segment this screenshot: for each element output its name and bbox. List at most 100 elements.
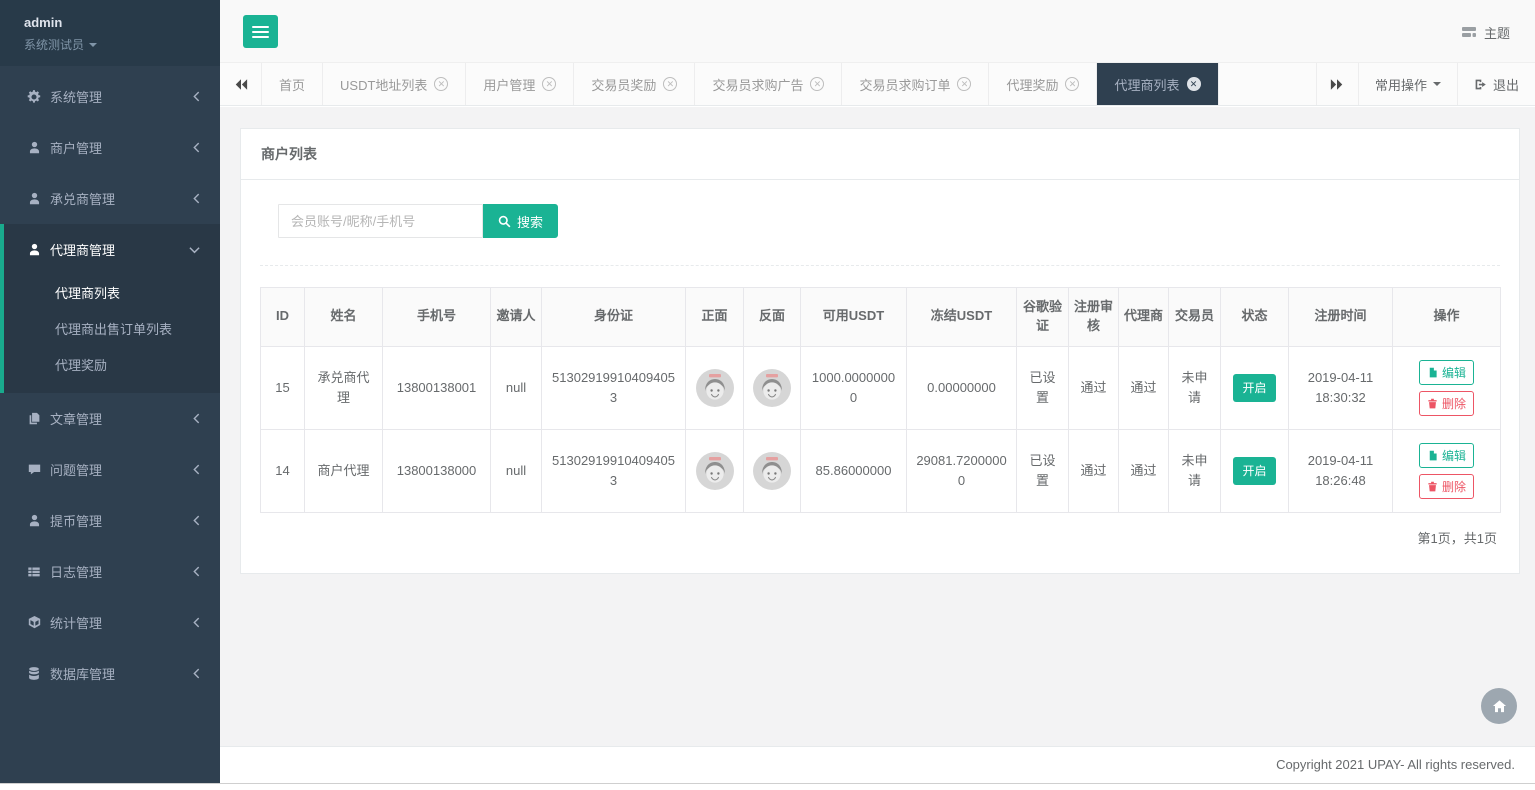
cell-available_usdt: 85.86000000 (801, 429, 907, 512)
edit-button-label: 编辑 (1442, 447, 1466, 464)
caret-down-icon (89, 43, 97, 47)
delete-button[interactable]: 删除 (1419, 391, 1474, 416)
cell-register_audit: 通过 (1069, 429, 1119, 512)
tab-close-icon[interactable]: ✕ (434, 77, 448, 91)
tab-close-icon[interactable]: ✕ (542, 77, 556, 91)
delete-button[interactable]: 删除 (1419, 474, 1474, 499)
tab-close-icon[interactable]: ✕ (810, 77, 824, 91)
sidebar-item-row[interactable]: 提币管理 (0, 495, 220, 546)
sidebar-item-label: 承兑商管理 (50, 189, 193, 208)
sidebar-item-提币管理: 提币管理 (0, 495, 220, 546)
hamburger-icon (252, 26, 269, 38)
sidebar-item-row[interactable]: 承兑商管理 (0, 173, 220, 224)
sidebar-item-row[interactable]: 统计管理 (0, 597, 220, 648)
tab-close-icon[interactable]: ✕ (1187, 77, 1201, 91)
sidebar-item-承兑商管理: 承兑商管理 (0, 173, 220, 224)
column-header-back: 反面 (744, 288, 801, 347)
tab-label: 用户管理 (483, 75, 535, 94)
cell-front (686, 346, 744, 429)
column-header-trader: 交易员 (1169, 288, 1221, 347)
sidebar-item-row[interactable]: 日志管理 (0, 546, 220, 597)
back-home-button[interactable] (1481, 688, 1517, 724)
merchants-table: ID姓名手机号邀请人身份证正面反面可用USDT冻结USDT谷歌验证注册审核代理商… (260, 287, 1501, 513)
chevron-down-icon (189, 246, 200, 254)
tab-close-icon[interactable]: ✕ (957, 77, 971, 91)
cell-actions: 编辑删除 (1393, 429, 1501, 512)
database-icon (25, 667, 43, 680)
copyright-text: Copyright 2021 UPAY- All rights reserved… (1276, 757, 1515, 772)
logs-icon (25, 565, 43, 578)
sidebar-item-label: 统计管理 (50, 613, 193, 632)
tab-close-icon[interactable]: ✕ (1065, 77, 1079, 91)
double-chevron-right-icon (1330, 78, 1344, 91)
cell-frozen_usdt: 29081.72000000 (907, 429, 1017, 512)
user-icon (25, 243, 43, 256)
sidebar-subitem-代理奖励[interactable]: 代理奖励 (4, 347, 220, 383)
sidebar-item-label: 问题管理 (50, 460, 193, 479)
column-header-actions: 操作 (1393, 288, 1501, 347)
id-photo-thumbnail[interactable] (753, 379, 791, 394)
sidebar-item-row[interactable]: 数据库管理 (0, 648, 220, 699)
search-button[interactable]: 搜索 (483, 204, 558, 238)
cell-id_card: 513029199104094053 (542, 429, 686, 512)
tab-close-icon[interactable]: ✕ (663, 77, 677, 91)
column-header-id_card: 身份证 (542, 288, 686, 347)
sidebar-item-系统管理: 系统管理 (0, 71, 220, 122)
cell-id_card: 513029199104094053 (542, 346, 686, 429)
id-photo-thumbnail[interactable] (753, 462, 791, 477)
column-header-front: 正面 (686, 288, 744, 347)
cell-register_audit: 通过 (1069, 346, 1119, 429)
tab-label: 交易员奖励 (591, 75, 656, 94)
profile-role-dropdown[interactable]: 系统测试员 (24, 36, 196, 53)
delete-button-label: 删除 (1442, 395, 1466, 412)
column-header-agent: 代理商 (1119, 288, 1169, 347)
common-actions-dropdown[interactable]: 常用操作 (1358, 63, 1457, 105)
tab-USDT地址列表[interactable]: USDT地址列表✕ (323, 63, 466, 105)
sidebar-item-row[interactable]: 文章管理 (0, 393, 220, 444)
sidebar-subitem-代理商列表[interactable]: 代理商列表 (4, 275, 220, 311)
id-photo-thumbnail[interactable] (696, 379, 734, 394)
panel-title: 商户列表 (241, 129, 1519, 180)
logout-button[interactable]: 退出 (1457, 63, 1535, 105)
sidebar-item-row[interactable]: 商户管理 (0, 122, 220, 173)
cell-status: 开启 (1221, 429, 1289, 512)
id-photo-thumbnail[interactable] (696, 462, 734, 477)
tab-交易员求购订单[interactable]: 交易员求购订单✕ (842, 63, 989, 105)
tab-label: 交易员求购广告 (712, 75, 803, 94)
cell-phone: 13800138001 (383, 346, 491, 429)
cell-trader: 未申请 (1169, 346, 1221, 429)
sidebar-item-row[interactable]: 代理商管理 (4, 224, 220, 275)
sidebar-item-label: 日志管理 (50, 562, 193, 581)
tab-用户管理[interactable]: 用户管理 ✕ (466, 63, 574, 105)
profile-role-label: 系统测试员 (24, 36, 84, 53)
cell-available_usdt: 1000.00000000 (801, 346, 907, 429)
tab-首页[interactable]: 首页 (262, 63, 323, 105)
theme-label: 主题 (1484, 23, 1510, 42)
tabs-scroll-left-button[interactable] (220, 63, 262, 105)
delete-button-label: 删除 (1442, 478, 1466, 495)
cell-name: 承兑商代理 (305, 346, 383, 429)
edit-button[interactable]: 编辑 (1419, 443, 1474, 468)
comment-icon (25, 463, 43, 476)
tab-代理奖励[interactable]: 代理奖励✕ (989, 63, 1097, 105)
theme-menu[interactable]: 主题 (1461, 23, 1510, 42)
search-input[interactable] (278, 204, 483, 238)
cell-trader: 未申请 (1169, 429, 1221, 512)
table-row: 15承兑商代理13800138001null513029199104094053… (261, 346, 1501, 429)
sidebar-item-row[interactable]: 系统管理 (0, 71, 220, 122)
tab-交易员奖励[interactable]: 交易员奖励 ✕ (574, 63, 695, 105)
sidebar-item-row[interactable]: 问题管理 (0, 444, 220, 495)
tab-交易员求购广告[interactable]: 交易员求购广告 ✕ (695, 63, 842, 105)
edit-button[interactable]: 编辑 (1419, 360, 1474, 385)
profile-username: admin (24, 15, 196, 30)
tab-代理商列表[interactable]: 代理商列表✕ (1097, 63, 1218, 105)
column-header-available_usdt: 可用USDT (801, 288, 907, 347)
panel-body: 搜索 ID姓名手机号邀请人身份证正面反面可用USDT冻结USDT谷歌验证注册审核… (241, 180, 1519, 573)
sidebar-toggle-button[interactable] (243, 15, 278, 48)
chevron-left-icon (193, 91, 200, 102)
chevron-left-icon (193, 413, 200, 424)
column-header-id: ID (261, 288, 305, 347)
sidebar-item-数据库管理: 数据库管理 (0, 648, 220, 699)
sidebar-subitem-代理商出售订单列表[interactable]: 代理商出售订单列表 (4, 311, 220, 347)
tabs-scroll-right-button[interactable] (1316, 63, 1358, 105)
